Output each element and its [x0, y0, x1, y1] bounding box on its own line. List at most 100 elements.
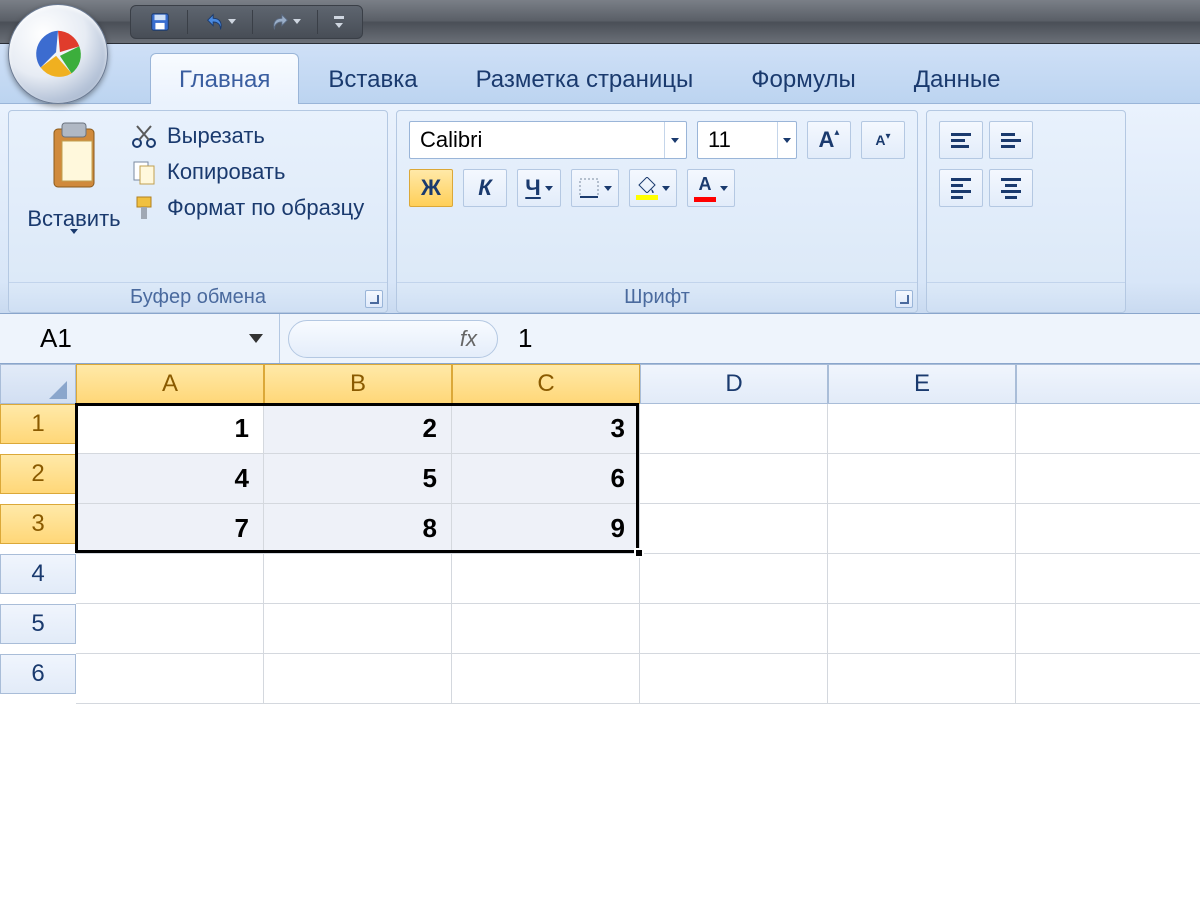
cell[interactable]	[1016, 454, 1200, 504]
cell[interactable]	[1016, 604, 1200, 654]
save-icon	[149, 11, 171, 33]
cell[interactable]	[828, 404, 1016, 454]
cell[interactable]: 8	[264, 504, 452, 554]
cell[interactable]	[828, 454, 1016, 504]
cell[interactable]	[640, 554, 828, 604]
cell[interactable]	[640, 504, 828, 554]
redo-button[interactable]	[263, 11, 307, 33]
cell[interactable]	[1016, 554, 1200, 604]
cell[interactable]	[828, 604, 1016, 654]
cell[interactable]	[76, 604, 264, 654]
cell[interactable]: 4	[76, 454, 264, 504]
row-header[interactable]: 2	[0, 454, 76, 494]
chevron-down-icon[interactable]	[228, 19, 236, 24]
copy-button[interactable]: Копировать	[131, 159, 364, 185]
row-header[interactable]: 4	[0, 554, 76, 594]
cell[interactable]: 2	[264, 404, 452, 454]
cell[interactable]	[264, 554, 452, 604]
chevron-down-icon[interactable]	[777, 122, 796, 158]
save-button[interactable]	[143, 11, 177, 33]
cell[interactable]: 9	[452, 504, 640, 554]
cell[interactable]	[452, 654, 640, 704]
italic-button[interactable]: К	[463, 169, 507, 207]
tab-formulas[interactable]: Формулы	[722, 53, 884, 104]
font-size-input[interactable]	[698, 127, 777, 153]
column-header[interactable]: B	[264, 364, 452, 404]
cell[interactable]	[264, 654, 452, 704]
fill-handle[interactable]	[634, 548, 644, 558]
cell[interactable]: 1	[76, 404, 264, 454]
column-header[interactable]	[1016, 364, 1200, 404]
shrink-font-button[interactable]: A▾	[861, 121, 905, 159]
font-name-combo[interactable]	[409, 121, 687, 159]
cell[interactable]: 3	[452, 404, 640, 454]
chevron-down-icon[interactable]	[249, 334, 263, 343]
chevron-down-icon[interactable]	[70, 229, 78, 251]
tab-home[interactable]: Главная	[150, 53, 299, 104]
office-button[interactable]	[8, 4, 108, 104]
column-header[interactable]: C	[452, 364, 640, 404]
cell[interactable]	[1016, 504, 1200, 554]
align-middle-button[interactable]	[989, 121, 1033, 159]
cell[interactable]: 5	[264, 454, 452, 504]
cell[interactable]	[640, 454, 828, 504]
name-box[interactable]: A1	[0, 314, 280, 363]
tab-insert[interactable]: Вставка	[299, 53, 446, 104]
format-painter-button[interactable]: Формат по образцу	[131, 195, 364, 221]
bold-button[interactable]: Ж	[409, 169, 453, 207]
select-all-corner[interactable]	[0, 364, 76, 404]
separator	[252, 10, 253, 34]
ribbon-tabs: Главная Вставка Разметка страницы Формул…	[0, 44, 1200, 104]
column-header[interactable]: E	[828, 364, 1016, 404]
cell[interactable]	[1016, 404, 1200, 454]
borders-button[interactable]	[571, 169, 619, 207]
cell[interactable]: 7	[76, 504, 264, 554]
cell[interactable]	[452, 604, 640, 654]
tab-page-layout[interactable]: Разметка страницы	[447, 53, 723, 104]
row-header[interactable]: 3	[0, 504, 76, 544]
font-name-input[interactable]	[410, 127, 664, 153]
row-header[interactable]: 5	[0, 604, 76, 644]
row-header[interactable]: 6	[0, 654, 76, 694]
font-color-button[interactable]: A	[687, 169, 735, 207]
cut-label: Вырезать	[167, 123, 265, 149]
cell[interactable]	[452, 554, 640, 604]
fx-button[interactable]: fx	[288, 320, 498, 358]
tab-data[interactable]: Данные	[885, 53, 1030, 104]
cell[interactable]	[828, 554, 1016, 604]
cell[interactable]	[640, 654, 828, 704]
row-header[interactable]: 1	[0, 404, 76, 444]
align-left-button[interactable]	[939, 169, 983, 207]
grow-font-button[interactable]: A▴	[807, 121, 851, 159]
column-header[interactable]: A	[76, 364, 264, 404]
title-bar	[0, 0, 1200, 44]
cell[interactable]	[640, 404, 828, 454]
dialog-launcher-icon[interactable]	[895, 290, 913, 308]
cell[interactable]	[1016, 654, 1200, 704]
cell[interactable]	[828, 654, 1016, 704]
chevron-down-icon[interactable]	[293, 19, 301, 24]
align-top-button[interactable]	[939, 121, 983, 159]
paste-button[interactable]: Вставить	[19, 117, 129, 280]
customize-qat-button[interactable]	[328, 16, 350, 28]
fill-color-button[interactable]	[629, 169, 677, 207]
spreadsheet-grid[interactable]: ABCDE112324563789456	[0, 364, 1200, 704]
font-size-combo[interactable]	[697, 121, 797, 159]
group-label-alignment	[927, 282, 1125, 312]
cell[interactable]	[828, 504, 1016, 554]
cell[interactable]	[76, 654, 264, 704]
chevron-down-icon[interactable]	[664, 122, 686, 158]
underline-button[interactable]: Ч	[517, 169, 561, 207]
copy-label: Копировать	[167, 159, 285, 185]
cell[interactable]	[264, 604, 452, 654]
undo-button[interactable]	[198, 11, 242, 33]
quick-access-toolbar	[130, 5, 363, 39]
cut-button[interactable]: Вырезать	[131, 123, 364, 149]
column-header[interactable]: D	[640, 364, 828, 404]
formula-input[interactable]: 1	[506, 314, 1200, 363]
cell[interactable]	[640, 604, 828, 654]
align-center-button[interactable]	[989, 169, 1033, 207]
dialog-launcher-icon[interactable]	[365, 290, 383, 308]
cell[interactable]: 6	[452, 454, 640, 504]
cell[interactable]	[76, 554, 264, 604]
